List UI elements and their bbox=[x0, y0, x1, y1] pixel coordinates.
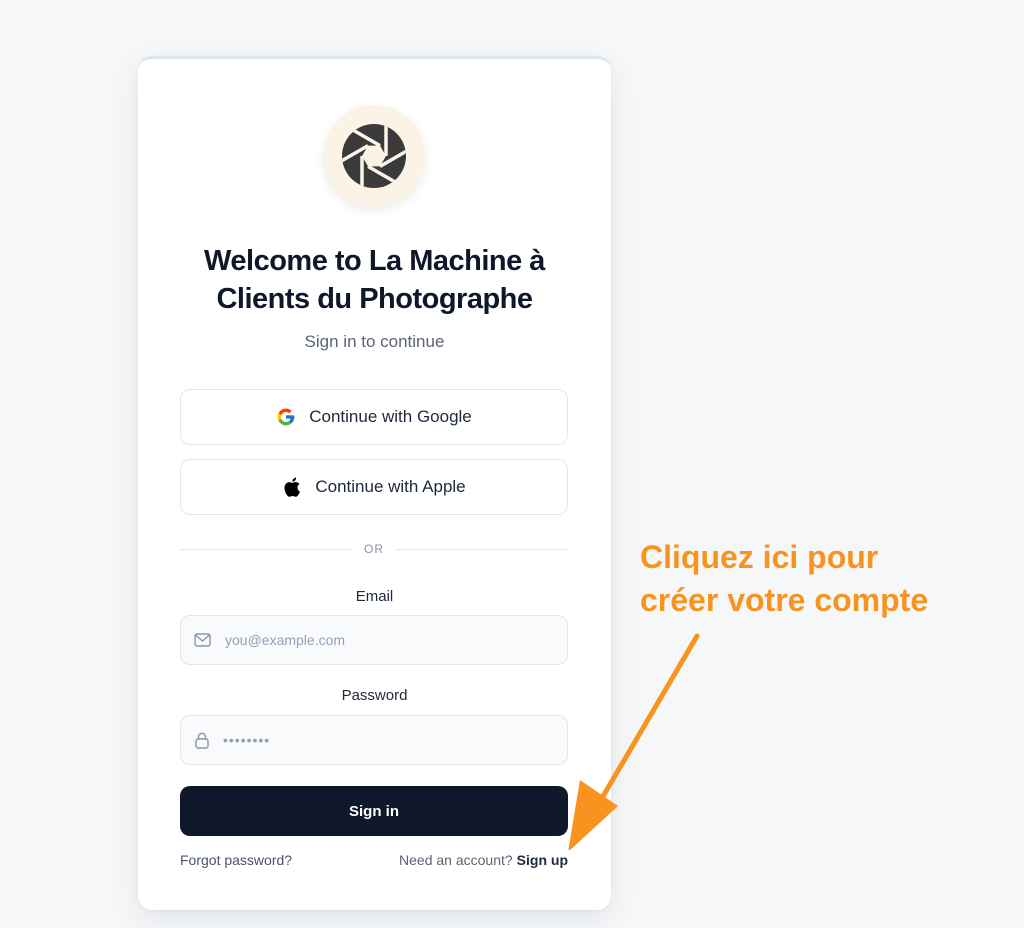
apple-icon bbox=[282, 477, 302, 497]
email-label: Email bbox=[355, 588, 394, 605]
password-field[interactable]: •••••••• bbox=[180, 715, 568, 765]
annotation-callout: Cliquez ici pour créer votre compte bbox=[640, 536, 928, 622]
continue-with-apple-button[interactable]: Continue with Apple bbox=[180, 459, 568, 515]
camera-aperture-icon bbox=[342, 124, 406, 188]
annotation-line1: Cliquez ici pour bbox=[640, 539, 879, 575]
signup-prompt: Need an account? Sign up bbox=[399, 852, 568, 868]
page-subtitle: Sign in to continue bbox=[304, 332, 445, 351]
google-icon bbox=[276, 407, 296, 427]
mail-icon bbox=[193, 631, 211, 649]
continue-with-google-button[interactable]: Continue with Google bbox=[180, 389, 568, 445]
lock-icon bbox=[193, 731, 211, 749]
continue-with-apple-label: Continue with Apple bbox=[315, 477, 466, 496]
login-card: Welcome to La Machine à Clients du Photo… bbox=[138, 56, 611, 910]
continue-with-google-label: Continue with Google bbox=[309, 407, 472, 426]
password-value: •••••••• bbox=[223, 732, 271, 748]
annotation-line2: créer votre compte bbox=[640, 582, 929, 618]
sign-up-link[interactable]: Sign up bbox=[517, 852, 568, 868]
page-title-line2: Clients du Photographe bbox=[216, 283, 533, 315]
password-label: Password bbox=[341, 687, 408, 704]
forgot-password-link[interactable]: Forgot password? bbox=[180, 852, 292, 868]
logo bbox=[323, 105, 425, 207]
email-input[interactable] bbox=[223, 631, 547, 649]
page-title: Welcome to La Machine à Clients du Photo… bbox=[138, 242, 611, 318]
divider-line-left bbox=[180, 548, 352, 550]
sign-in-button[interactable]: Sign in bbox=[180, 786, 568, 836]
divider-line-right bbox=[396, 548, 568, 550]
annotation-arrow-icon bbox=[568, 633, 700, 850]
page-title-line1: Welcome to La Machine à bbox=[204, 245, 545, 277]
need-account-text: Need an account? bbox=[399, 852, 513, 868]
or-divider: OR bbox=[180, 539, 568, 559]
divider-text: OR bbox=[364, 542, 384, 556]
email-field-wrapper bbox=[180, 615, 568, 665]
